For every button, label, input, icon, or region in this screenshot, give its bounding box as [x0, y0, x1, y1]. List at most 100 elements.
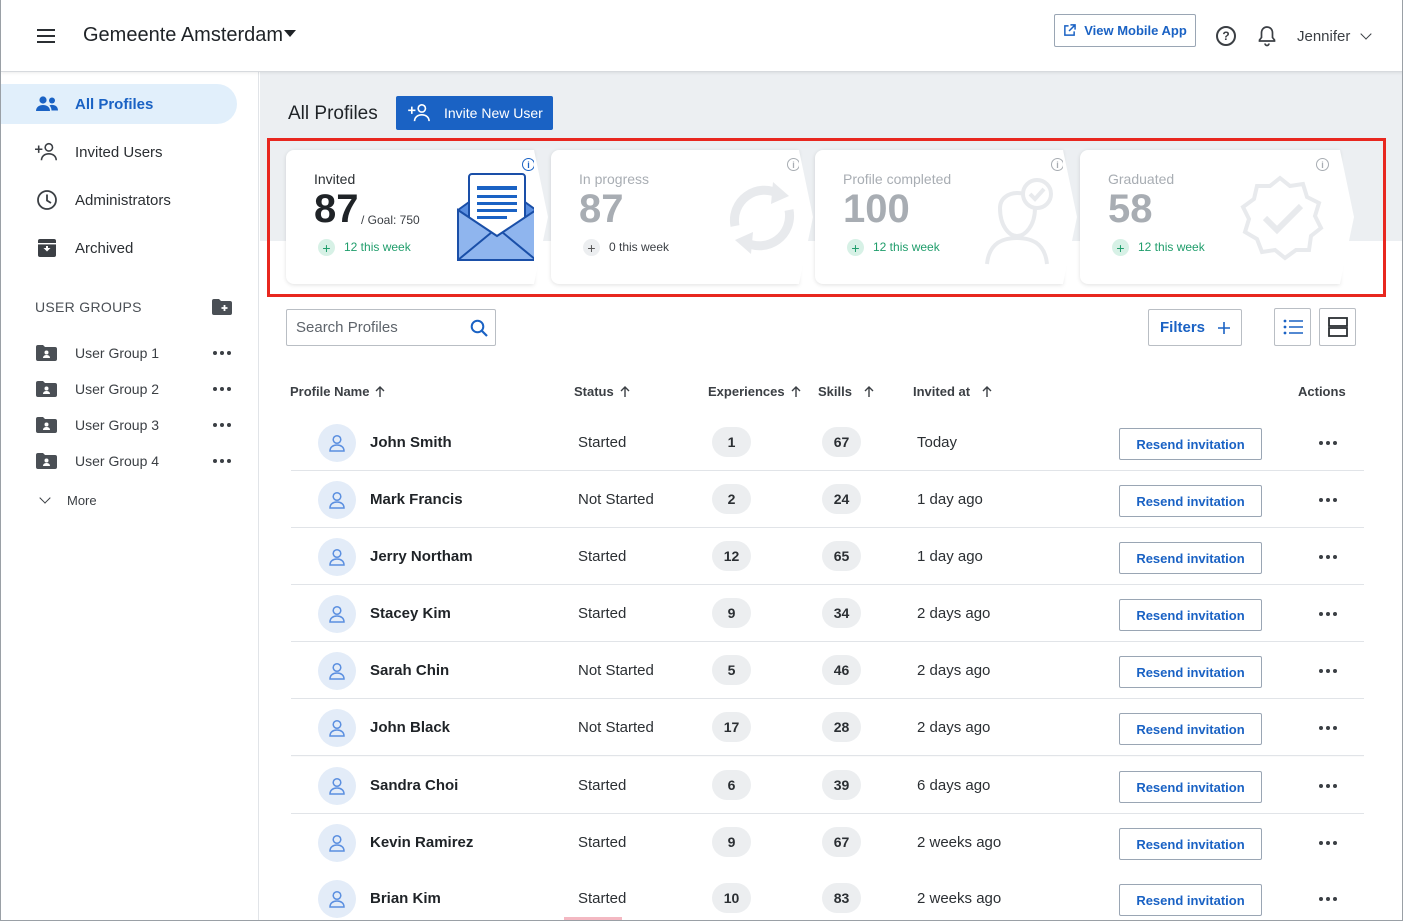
stat-week-change: 12 this week	[344, 240, 411, 254]
chevron-down-icon[interactable]	[39, 492, 51, 504]
stat-card-graduated[interactable]: Graduated 58 + 12 this week i	[1080, 150, 1354, 284]
resend-invitation-button[interactable]: Resend invitation	[1119, 828, 1262, 860]
resend-invitation-button[interactable]: Resend invitation	[1119, 542, 1262, 574]
list-view-icon	[1283, 319, 1303, 335]
stat-card-invited[interactable]: Invited 87 / Goal: 750 + 12 this week i	[286, 150, 548, 284]
resend-invitation-button[interactable]: Resend invitation	[1119, 884, 1262, 916]
profile-status: Started	[578, 434, 627, 451]
profile-name[interactable]: Kevin Ramirez	[370, 834, 473, 851]
user-menu-chevron-icon[interactable]	[1360, 28, 1372, 40]
sort-arrow-icon	[982, 385, 992, 397]
stat-title: Profile completed	[843, 171, 952, 187]
sidebar-item-all-profiles[interactable]: All Profiles	[1, 84, 237, 124]
invite-new-user-button[interactable]: Invite New User	[396, 96, 553, 130]
more-groups-link[interactable]: More	[67, 493, 97, 508]
more-options-icon[interactable]	[213, 351, 231, 355]
table-row[interactable]: Kevin Ramirez Started 9 67 2 weeks ago Resend…	[291, 814, 1364, 871]
table-row[interactable]: Sandra Choi Started 6 39 6 days ago Resend in…	[291, 757, 1364, 814]
row-actions-more-icon[interactable]	[1319, 726, 1337, 730]
row-actions-more-icon[interactable]	[1319, 441, 1337, 445]
sidebar-group-item[interactable]: User Group 2	[1, 374, 259, 404]
group-label: User Group 3	[75, 417, 160, 433]
archive-icon	[35, 236, 59, 260]
table-row[interactable]: John Black Not Started 17 28 2 days ago Resen…	[291, 699, 1364, 756]
more-options-icon[interactable]	[213, 459, 231, 463]
row-actions-more-icon[interactable]	[1319, 897, 1337, 901]
sidebar-item-invited-users[interactable]: Invited Users	[1, 132, 237, 172]
experiences-count: 10	[712, 883, 751, 913]
skills-count: 46	[822, 655, 861, 685]
column-header-experiences[interactable]: Experiences	[708, 384, 801, 399]
table-row[interactable]: Jerry Northam Started 12 65 1 day ago Resend …	[291, 528, 1364, 585]
profile-name[interactable]: Sandra Choi	[370, 777, 458, 794]
skills-count: 67	[822, 427, 861, 457]
sidebar-group-item[interactable]: User Group 4	[1, 446, 259, 476]
organization-dropdown-caret-icon[interactable]	[284, 30, 296, 37]
user-menu-name[interactable]: Jennifer	[1297, 28, 1350, 45]
resend-invitation-button[interactable]: Resend invitation	[1119, 599, 1262, 631]
profile-name[interactable]: John Black	[370, 719, 450, 736]
table-row[interactable]: Mark Francis Not Started 2 24 1 day ago Resen…	[291, 471, 1364, 528]
sidebar-item-label: Archived	[75, 239, 134, 257]
invited-at: Today	[917, 434, 958, 451]
stat-card-in-progress[interactable]: In progress 87 + 0 this week i	[551, 150, 813, 284]
profile-name[interactable]: Brian Kim	[370, 890, 441, 907]
row-actions-more-icon[interactable]	[1319, 612, 1337, 616]
avatar-icon	[318, 652, 356, 690]
sidebar-group-item[interactable]: User Group 3	[1, 410, 259, 440]
invited-at: 2 weeks ago	[917, 834, 1002, 851]
notification-bell-icon[interactable]	[1257, 25, 1277, 47]
column-header-profile-name[interactable]: Profile Name	[290, 384, 385, 399]
search-box[interactable]	[286, 309, 496, 346]
bottom-tab-indicator	[564, 917, 622, 920]
table-row[interactable]: Stacey Kim Started 9 34 2 days ago Resend inv…	[291, 585, 1364, 642]
profile-status: Started	[578, 834, 627, 851]
profile-status: Started	[578, 548, 627, 565]
column-header-status[interactable]: Status	[574, 384, 630, 399]
profile-name[interactable]: John Smith	[370, 434, 452, 451]
resend-invitation-button[interactable]: Resend invitation	[1119, 485, 1262, 517]
profile-name[interactable]: Sarah Chin	[370, 662, 449, 679]
experiences-count: 17	[712, 712, 751, 742]
row-actions-more-icon[interactable]	[1319, 498, 1337, 502]
resend-invitation-button[interactable]: Resend invitation	[1119, 771, 1262, 803]
list-view-button[interactable]	[1274, 308, 1311, 346]
card-view-icon	[1327, 317, 1348, 337]
column-header-invited-at[interactable]: Invited at	[913, 384, 992, 399]
table-row[interactable]: John Smith Started 1 67 Today Resend invitati…	[291, 414, 1364, 471]
stat-value: 87	[314, 187, 359, 231]
add-folder-icon[interactable]	[212, 299, 232, 315]
search-icon[interactable]	[470, 319, 488, 337]
more-options-icon[interactable]	[213, 423, 231, 427]
experiences-count: 1	[712, 427, 751, 457]
profile-name[interactable]: Jerry Northam	[370, 548, 473, 565]
sort-arrow-icon	[864, 385, 874, 397]
resend-invitation-button[interactable]: Resend invitation	[1119, 428, 1262, 460]
column-header-skills[interactable]: Skills	[818, 384, 874, 399]
sidebar-group-item[interactable]: User Group 1	[1, 338, 259, 368]
card-view-button[interactable]	[1319, 308, 1356, 346]
view-mobile-app-button[interactable]: View Mobile App	[1054, 14, 1196, 47]
table-row[interactable]: Brian Kim Started 10 83 2 weeks ago Resend in…	[291, 870, 1364, 920]
resend-invitation-button[interactable]: Resend invitation	[1119, 656, 1262, 688]
hamburger-menu-icon[interactable]	[37, 29, 55, 43]
organization-name[interactable]: Gemeente Amsterdam	[83, 24, 283, 47]
sidebar-item-archived[interactable]: Archived	[1, 228, 237, 268]
help-icon[interactable]: ?	[1216, 26, 1236, 46]
search-input[interactable]	[296, 319, 461, 336]
filters-button[interactable]: Filters	[1148, 309, 1242, 346]
row-actions-more-icon[interactable]	[1319, 555, 1337, 559]
row-actions-more-icon[interactable]	[1319, 669, 1337, 673]
resend-invitation-button[interactable]: Resend invitation	[1119, 713, 1262, 745]
profile-name[interactable]: Stacey Kim	[370, 605, 451, 622]
sidebar-item-label: Invited Users	[75, 143, 163, 161]
row-actions-more-icon[interactable]	[1319, 841, 1337, 845]
stat-card-profile-completed[interactable]: Profile completed 100 + 12 this week i	[815, 150, 1077, 284]
person-add-icon	[408, 104, 430, 122]
table-row[interactable]: Sarah Chin Not Started 5 46 2 days ago Resend…	[291, 642, 1364, 699]
sidebar-item-administrators[interactable]: Administrators	[1, 180, 237, 220]
avatar-icon	[318, 538, 356, 576]
more-options-icon[interactable]	[213, 387, 231, 391]
profile-name[interactable]: Mark Francis	[370, 491, 463, 508]
row-actions-more-icon[interactable]	[1319, 784, 1337, 788]
